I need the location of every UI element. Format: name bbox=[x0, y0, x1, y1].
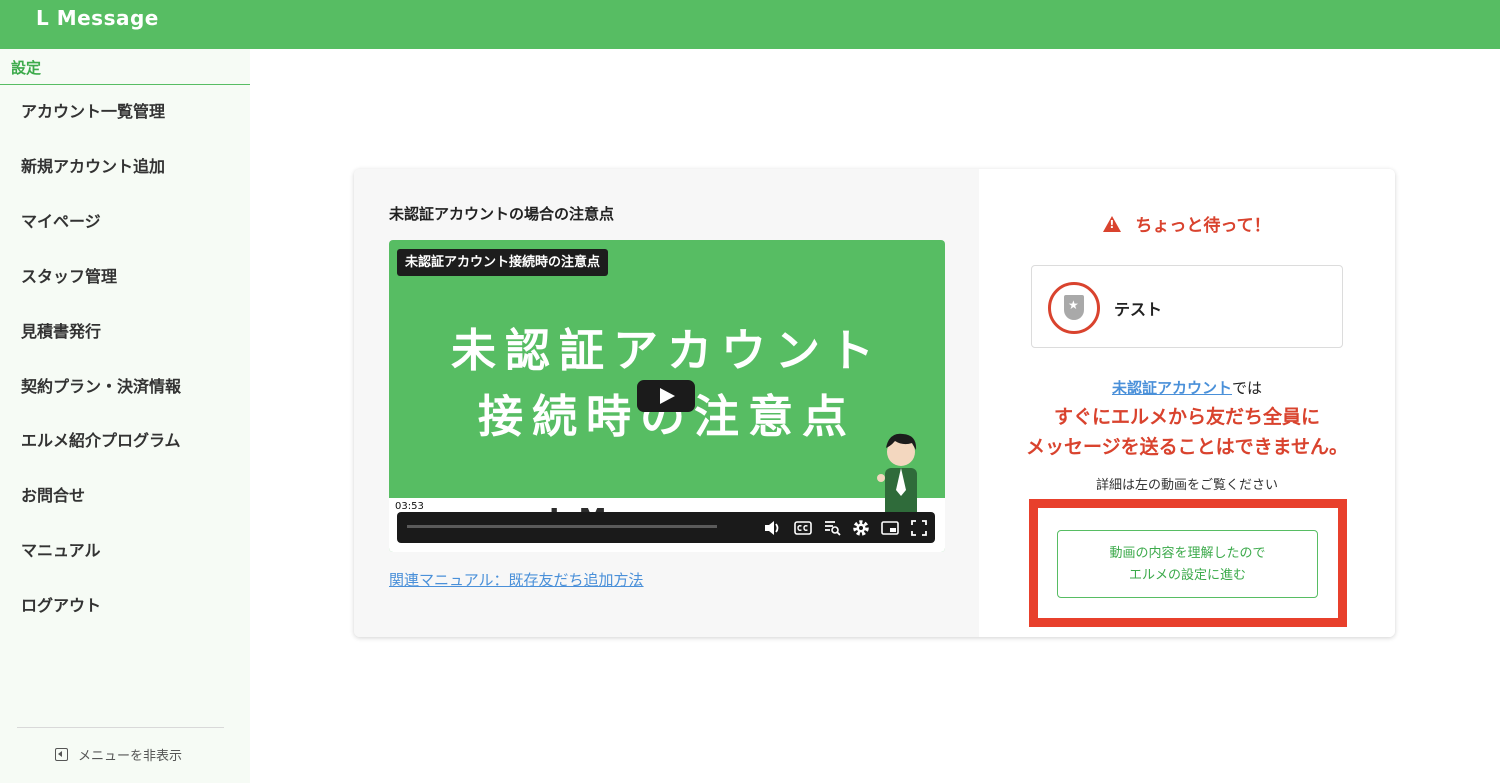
video-controls bbox=[397, 512, 935, 543]
proceed-to-settings-button[interactable]: 動画の内容を理解したので エルメの設定に進む bbox=[1057, 530, 1318, 598]
unverified-account-link[interactable]: 未認証アカウント bbox=[1112, 379, 1232, 397]
notice-intro-suffix: では bbox=[1232, 379, 1263, 397]
warning-text: ちょっと待って！ bbox=[1135, 216, 1271, 236]
notice-panel: ちょっと待って！ テスト 未認証アカウントでは すぐにエルメから友だち全員に メ… bbox=[979, 169, 1395, 637]
video-panel: 未認証アカウントの場合の注意点 未認証アカウント接続時の注意点 未認証アカウント… bbox=[354, 169, 979, 637]
picture-in-picture-icon[interactable] bbox=[880, 518, 900, 538]
video-player[interactable]: 未認証アカウント接続時の注意点 未認証アカウント 接続時の注意点 L Messa… bbox=[389, 240, 945, 552]
warning-triangle-icon bbox=[1103, 216, 1122, 232]
captions-icon[interactable] bbox=[793, 518, 813, 538]
account-card: テスト bbox=[1031, 265, 1343, 348]
sidebar: 設定 アカウント一覧管理 新規アカウント追加 マイページ スタッフ管理 見積書発… bbox=[0, 49, 250, 783]
thumbnail-text-line1: 未認証アカウント bbox=[450, 324, 883, 377]
warning-heading: ちょっと待って！ bbox=[979, 211, 1395, 236]
volume-icon[interactable] bbox=[763, 518, 783, 538]
proceed-button-line2: エルメの設定に進む bbox=[1128, 568, 1246, 583]
sidebar-item-mypage[interactable]: マイページ bbox=[0, 202, 250, 242]
collapse-icon bbox=[55, 747, 68, 761]
sidebar-section-header: 設定 bbox=[0, 49, 250, 85]
related-manual-link[interactable]: 関連マニュアル：既存友だち追加方法 bbox=[389, 569, 644, 590]
sidebar-item-account-list[interactable]: アカウント一覧管理 bbox=[0, 92, 250, 132]
hide-menu-button[interactable]: メニューを非表示 bbox=[55, 743, 182, 765]
settings-gear-icon[interactable] bbox=[851, 518, 871, 538]
unverified-badge-icon bbox=[1048, 282, 1100, 334]
top-bar: L Message bbox=[0, 0, 1500, 49]
app-logo[interactable]: L Message bbox=[36, 6, 159, 30]
hide-menu-label: メニューを非表示 bbox=[78, 748, 183, 764]
notice-card: 未認証アカウントの場合の注意点 未認証アカウント接続時の注意点 未認証アカウント… bbox=[354, 169, 1395, 637]
sidebar-item-manual[interactable]: マニュアル bbox=[0, 531, 250, 571]
fullscreen-icon[interactable] bbox=[909, 518, 929, 538]
proceed-button-line1: 動画の内容を理解したので bbox=[1109, 546, 1266, 561]
sidebar-divider bbox=[17, 727, 224, 728]
notice-intro: 未認証アカウントでは bbox=[979, 377, 1395, 398]
video-progress-bar[interactable] bbox=[407, 525, 717, 528]
sidebar-item-logout[interactable]: ログアウト bbox=[0, 586, 250, 626]
sidebar-item-referral[interactable]: エルメ紹介プログラム bbox=[0, 421, 250, 461]
sidebar-item-new-account[interactable]: 新規アカウント追加 bbox=[0, 147, 250, 187]
sidebar-item-plan[interactable]: 契約プラン・決済情報 bbox=[0, 367, 250, 407]
notice-warning-line1: すぐにエルメから友だち全員に bbox=[1053, 406, 1320, 428]
account-name: テスト bbox=[1114, 300, 1163, 319]
sidebar-item-staff[interactable]: スタッフ管理 bbox=[0, 257, 250, 297]
notice-warning-line2: メッセージを送ることはできません。 bbox=[1025, 436, 1349, 458]
notice-detail: 詳細は左の動画をご覧ください bbox=[1095, 478, 1278, 493]
play-button[interactable] bbox=[637, 380, 695, 412]
sidebar-section-title: 設定 bbox=[11, 59, 42, 77]
sidebar-item-contact[interactable]: お問合せ bbox=[0, 476, 250, 516]
transcript-icon[interactable] bbox=[822, 518, 842, 538]
sidebar-item-quote[interactable]: 見積書発行 bbox=[0, 312, 250, 352]
video-heading: 未認証アカウントの場合の注意点 bbox=[389, 205, 615, 223]
shield-icon bbox=[1064, 295, 1084, 320]
video-title[interactable]: 未認証アカウント接続時の注意点 bbox=[397, 249, 609, 276]
